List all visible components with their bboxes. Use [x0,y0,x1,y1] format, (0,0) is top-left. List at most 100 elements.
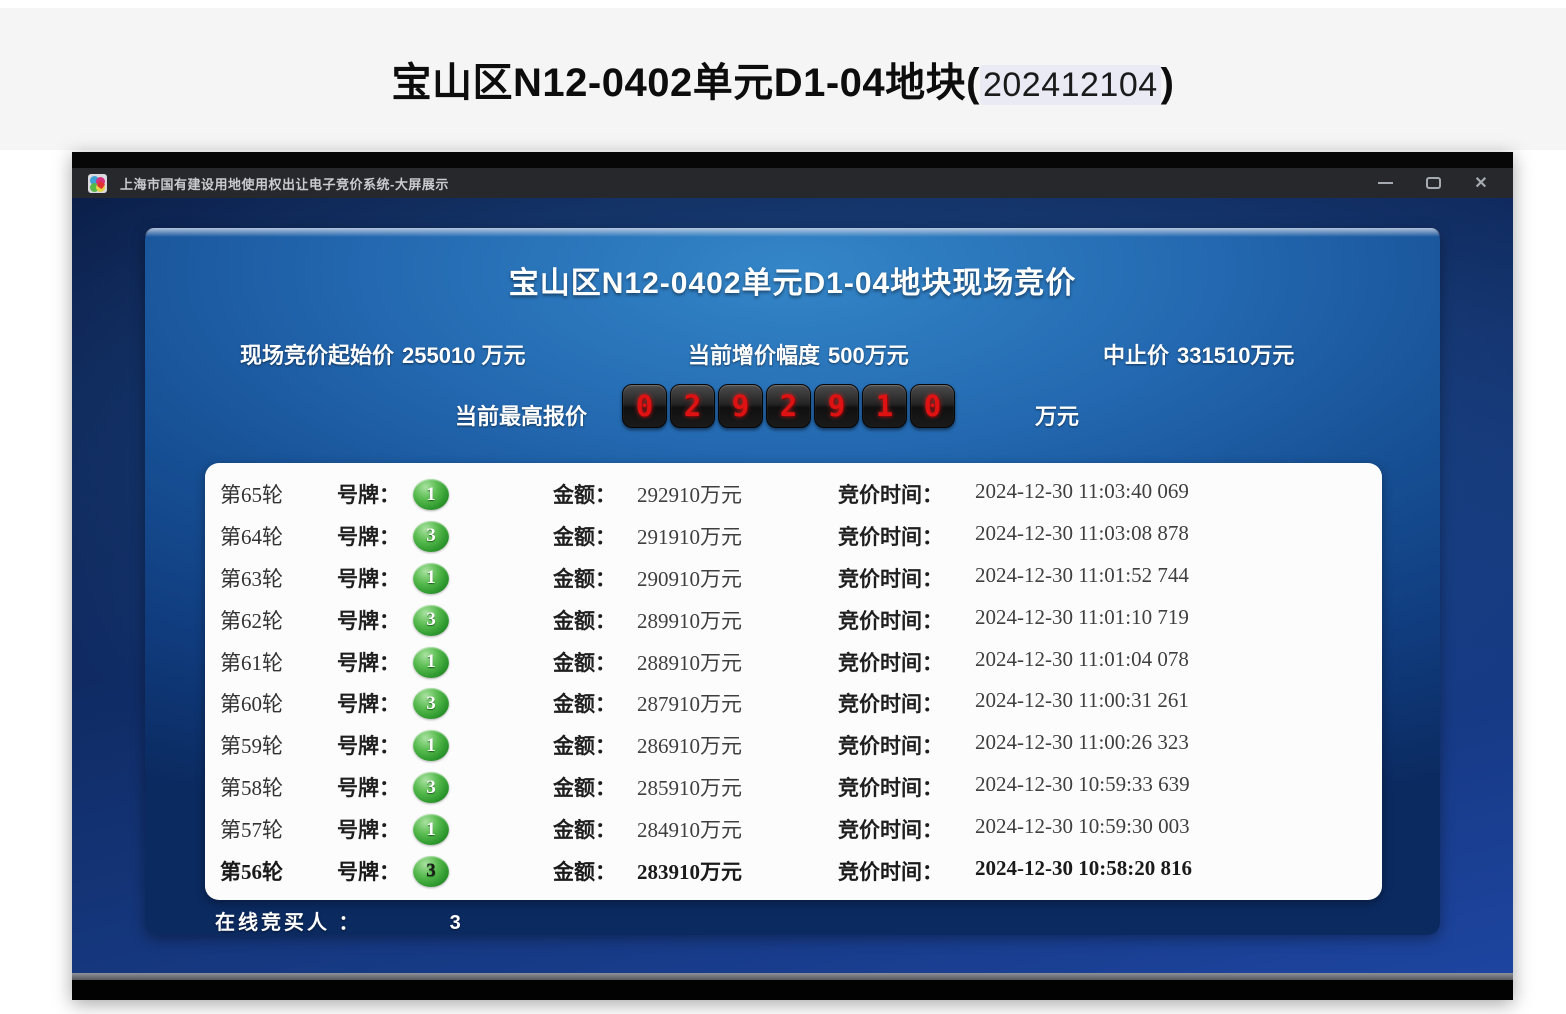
amount-label: 金额： [553,479,616,509]
maximize-icon [1426,177,1441,189]
close-icon: ✕ [1474,173,1487,193]
digit-tile: 2 [670,384,715,428]
bid-round-row: 第65轮 号牌： 1 金额： 292910万元 竞价时间： 2024-12-30… [205,479,1382,509]
round-number: 第61轮 [220,647,283,677]
digit-tile: 0 [622,384,667,428]
online-bidders-value: 3 [450,912,461,934]
window-titlebar[interactable]: 上海市国有建设用地使用权出让电子竞价系统-大屏展示 ✕ [72,168,1513,198]
time-label: 竞价时间： [838,605,943,635]
amount-label: 金额： [553,521,616,551]
online-bidders-label: 在线竞买人 ： [215,912,362,934]
time-value: 2024-12-30 10:59:33 639 [975,772,1190,797]
minimize-icon [1378,182,1393,184]
amount-label: 金额： [553,772,616,802]
bidder-plate-badge: 3 [413,521,449,552]
window-controls: ✕ [1369,172,1497,194]
digit-tile: 2 [766,384,811,428]
window-bottom-black-strip [72,980,1513,1000]
time-value: 2024-12-30 10:59:30 003 [975,814,1190,839]
minimize-button[interactable] [1369,172,1401,194]
window-title: 上海市国有建设用地使用权出让电子竞价系统-大屏展示 [120,174,449,193]
time-value: 2024-12-30 11:00:31 261 [975,688,1189,713]
stop-price: 中止价 331510万元 [1103,338,1294,370]
auction-app-window: 上海市国有建设用地使用权出让电子竞价系统-大屏展示 ✕ 宝山区N12-0402单… [72,152,1513,1000]
start-price-label: 现场竞价起始价 [240,343,394,368]
bidder-plate-badge: 1 [413,647,449,678]
digit-tile: 9 [814,384,859,428]
plate-label: 号牌： [337,563,400,593]
plate-label: 号牌： [337,772,400,802]
amount-value: 290910万元 [637,563,742,593]
page-title-prefix: 宝山区N12-0402单元D1-04地块( [392,61,980,105]
page-title: 宝山区N12-0402单元D1-04地块(202412104) [392,50,1175,108]
round-number: 第58轮 [220,772,283,802]
time-value: 2024-12-30 11:01:10 719 [975,605,1189,630]
bidder-plate-badge: 3 [413,688,449,719]
maximize-button[interactable] [1417,172,1449,194]
digit-tile: 0 [910,384,955,428]
bid-round-row: 第56轮 号牌： 3 金额： 283910万元 竞价时间： 2024-12-30… [205,856,1382,886]
bid-rounds-panel: 第65轮 号牌： 1 金额： 292910万元 竞价时间： 2024-12-30… [205,463,1382,900]
current-highest-bid-display: 0 2 9 2 9 1 0 [622,384,955,428]
window-content: 宝山区N12-0402单元D1-04地块现场竞价 现场竞价起始价255010 万… [72,198,1513,973]
auction-heading: 宝山区N12-0402单元D1-04地块现场竞价 [145,258,1440,302]
time-label: 竞价时间： [838,521,943,551]
time-value: 2024-12-30 11:03:40 069 [975,479,1189,504]
page-header-band: 宝山区N12-0402单元D1-04地块(202412104) [0,8,1566,150]
time-label: 竞价时间： [838,563,943,593]
amount-value: 287910万元 [637,688,742,718]
digit-tile: 1 [862,384,907,428]
page: 宝山区N12-0402单元D1-04地块(202412104) 上海市国有建设用… [0,0,1566,1014]
round-number: 第59轮 [220,730,283,760]
time-label: 竞价时间： [838,856,943,886]
bid-round-row: 第62轮 号牌： 3 金额： 289910万元 竞价时间： 2024-12-30… [205,605,1382,635]
plate-label: 号牌： [337,521,400,551]
amount-value: 285910万元 [637,772,742,802]
amount-label: 金额： [553,647,616,677]
digit-tile: 9 [718,384,763,428]
amount-value: 284910万元 [637,814,742,844]
bid-round-row: 第64轮 号牌： 3 金额： 291910万元 竞价时间： 2024-12-30… [205,521,1382,551]
close-button[interactable]: ✕ [1465,172,1497,194]
round-number: 第56轮 [220,856,283,886]
amount-value: 292910万元 [637,479,742,509]
time-label: 竞价时间： [838,730,943,760]
round-number: 第60轮 [220,688,283,718]
amount-value: 286910万元 [637,730,742,760]
window-bottom-gray-strip [72,973,1513,980]
round-number: 第63轮 [220,563,283,593]
round-number: 第62轮 [220,605,283,635]
increment-value: 500万元 [828,343,909,368]
page-title-suffix: ) [1161,61,1175,105]
amount-label: 金额： [553,605,616,635]
bidder-plate-badge: 1 [413,814,449,845]
round-number: 第64轮 [220,521,283,551]
amount-value: 289910万元 [637,605,742,635]
amount-label: 金额： [553,688,616,718]
round-number: 第57轮 [220,814,283,844]
plate-label: 号牌： [337,647,400,677]
amount-value: 288910万元 [637,647,742,677]
time-value: 2024-12-30 10:58:20 816 [975,856,1192,881]
bidder-plate-badge: 3 [413,856,449,887]
stop-price-value: 331510万元 [1177,343,1294,368]
time-value: 2024-12-30 11:03:08 878 [975,521,1189,546]
app-logo-icon [88,174,107,193]
time-label: 竞价时间： [838,479,943,509]
online-bidders-status: 在线竞买人 ： 3 [215,906,461,935]
time-label: 竞价时间： [838,688,943,718]
amount-label: 金额： [553,856,616,886]
round-number: 第65轮 [220,479,283,509]
time-value: 2024-12-30 11:00:26 323 [975,730,1189,755]
stop-price-label: 中止价 [1103,343,1169,368]
amount-value: 291910万元 [637,521,742,551]
bidder-plate-badge: 3 [413,605,449,636]
plate-label: 号牌： [337,688,400,718]
plate-label: 号牌： [337,730,400,760]
window-top-strip [72,152,1513,168]
amount-label: 金额： [553,814,616,844]
amount-label: 金额： [553,563,616,593]
bid-round-row: 第61轮 号牌： 1 金额： 288910万元 竞价时间： 2024-12-30… [205,647,1382,677]
plate-label: 号牌： [337,856,400,886]
time-label: 竞价时间： [838,772,943,802]
